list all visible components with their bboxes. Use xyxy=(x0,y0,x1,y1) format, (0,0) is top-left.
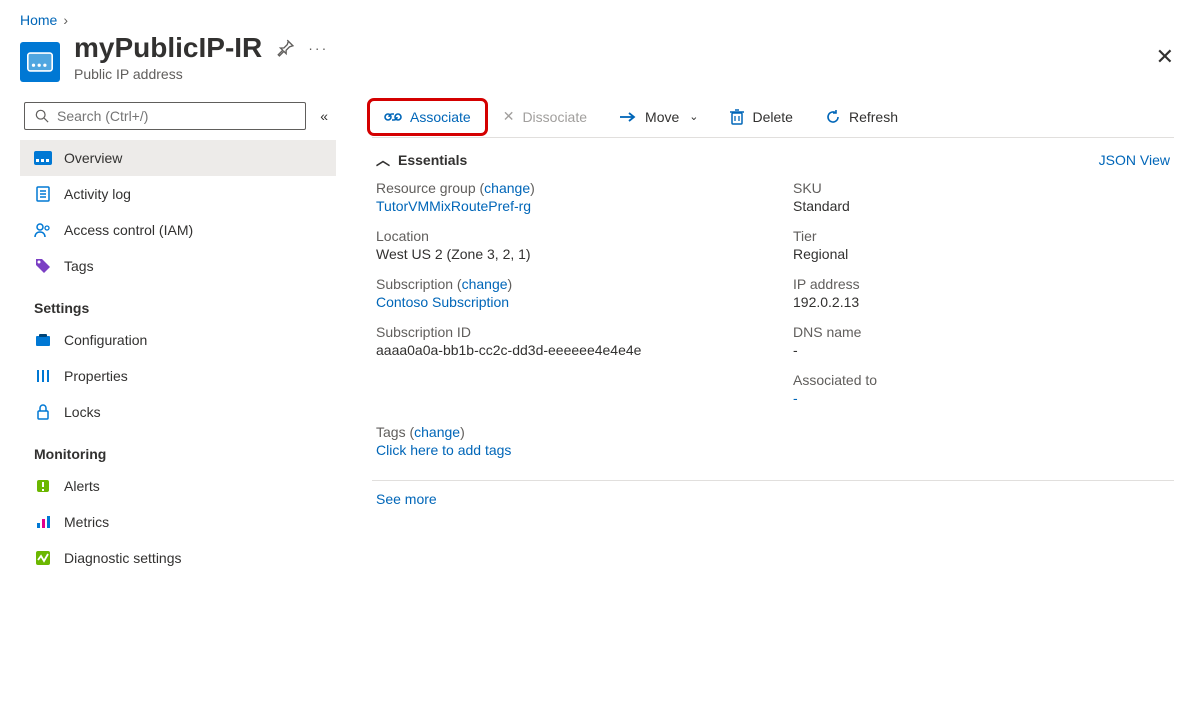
access-control-icon xyxy=(34,221,52,239)
location-label: Location xyxy=(376,228,753,244)
button-label: Move xyxy=(645,109,679,125)
tags-label: Tags (change) xyxy=(376,424,1170,440)
sidebar-item-label: Activity log xyxy=(64,186,131,202)
metrics-icon xyxy=(34,513,52,531)
sku-label: SKU xyxy=(793,180,1170,196)
configuration-icon xyxy=(34,331,52,349)
close-icon[interactable]: ✕ xyxy=(1156,44,1174,70)
button-label: Delete xyxy=(752,109,792,125)
sidebar-item-label: Diagnostic settings xyxy=(64,550,182,566)
diagnostic-icon xyxy=(34,549,52,567)
public-ip-icon xyxy=(20,42,60,82)
subscription-id-value: aaaa0a0a-bb1b-cc2c-dd3d-eeeeee4e4e4e xyxy=(376,342,753,358)
change-resource-group-link[interactable]: change xyxy=(484,180,530,196)
sidebar-item-label: Properties xyxy=(64,368,128,384)
sidebar-item-configuration[interactable]: Configuration xyxy=(20,322,336,358)
associate-button[interactable]: Associate xyxy=(372,103,483,131)
breadcrumb: Home › xyxy=(20,12,1180,28)
pin-icon[interactable] xyxy=(276,39,294,57)
json-view-link[interactable]: JSON View xyxy=(1099,152,1170,168)
button-label: Associate xyxy=(410,109,471,125)
sidebar-item-overview[interactable]: Overview xyxy=(20,140,336,176)
chevron-right-icon: › xyxy=(63,12,68,28)
sidebar-item-tags[interactable]: Tags xyxy=(20,248,336,284)
tier-label: Tier xyxy=(793,228,1170,244)
delete-icon xyxy=(730,109,744,125)
dns-value: - xyxy=(793,342,1170,358)
delete-button[interactable]: Delete xyxy=(718,103,804,131)
refresh-button[interactable]: Refresh xyxy=(813,103,910,131)
breadcrumb-home[interactable]: Home xyxy=(20,12,57,28)
move-icon xyxy=(619,111,637,123)
search-icon xyxy=(35,109,49,123)
search-input[interactable] xyxy=(24,102,306,130)
subscription-id-label: Subscription ID xyxy=(376,324,753,340)
add-tags-link[interactable]: Click here to add tags xyxy=(376,442,1170,458)
dissociate-icon: ✕ xyxy=(503,108,515,125)
toolbar: Associate ✕ Dissociate Move ⌄ Delete xyxy=(372,102,1174,138)
move-button[interactable]: Move ⌄ xyxy=(607,103,710,131)
sidebar-item-label: Alerts xyxy=(64,478,100,494)
sidebar-item-activity-log[interactable]: Activity log xyxy=(20,176,336,212)
chevron-down-icon: ⌄ xyxy=(689,110,698,123)
sidebar-item-label: Configuration xyxy=(64,332,147,348)
subscription-label: Subscription (change) xyxy=(376,276,753,292)
overview-icon xyxy=(34,149,52,167)
sidebar-item-access-control[interactable]: Access control (IAM) xyxy=(20,212,336,248)
change-subscription-link[interactable]: change xyxy=(462,276,508,292)
sidebar-section-settings: Settings xyxy=(20,284,336,322)
sidebar-item-alerts[interactable]: Alerts xyxy=(20,468,336,504)
location-value: West US 2 (Zone 3, 2, 1) xyxy=(376,246,753,262)
search-field[interactable] xyxy=(57,108,295,124)
associate-icon xyxy=(384,109,402,125)
resource-type-label: Public IP address xyxy=(74,66,328,82)
subscription-value[interactable]: Contoso Subscription xyxy=(376,294,753,310)
sidebar-item-locks[interactable]: Locks xyxy=(20,394,336,430)
change-tags-link[interactable]: change xyxy=(414,424,460,440)
resource-group-value[interactable]: TutorVMMixRoutePref-rg xyxy=(376,198,753,214)
button-label: Dissociate xyxy=(522,109,587,125)
sidebar-item-label: Overview xyxy=(64,150,122,166)
dns-label: DNS name xyxy=(793,324,1170,340)
tags-icon xyxy=(34,257,52,275)
sidebar-item-label: Metrics xyxy=(64,514,109,530)
sidebar-item-label: Access control (IAM) xyxy=(64,222,193,238)
see-more-link[interactable]: See more xyxy=(372,480,1174,507)
essentials-toggle[interactable]: ︿ Essentials xyxy=(376,150,467,170)
sidebar-item-label: Locks xyxy=(64,404,101,420)
page-title: myPublicIP-IR xyxy=(74,32,262,64)
sidebar-item-properties[interactable]: Properties xyxy=(20,358,336,394)
button-label: Refresh xyxy=(849,109,898,125)
associated-to-label: Associated to xyxy=(793,372,1170,388)
tier-value: Regional xyxy=(793,246,1170,262)
properties-icon xyxy=(34,367,52,385)
alerts-icon xyxy=(34,477,52,495)
dissociate-button: ✕ Dissociate xyxy=(491,102,599,131)
essentials-heading: Essentials xyxy=(398,152,467,168)
sidebar-item-diagnostic-settings[interactable]: Diagnostic settings xyxy=(20,540,336,576)
sidebar-item-label: Tags xyxy=(64,258,94,274)
resource-group-label: Resource group (change) xyxy=(376,180,753,196)
associated-to-value[interactable]: - xyxy=(793,390,1170,406)
locks-icon xyxy=(34,403,52,421)
collapse-sidebar-icon[interactable]: « xyxy=(316,104,332,128)
sku-value: Standard xyxy=(793,198,1170,214)
ip-value: 192.0.2.13 xyxy=(793,294,1170,310)
sidebar-section-monitoring: Monitoring xyxy=(20,430,336,468)
activity-log-icon xyxy=(34,185,52,203)
more-icon[interactable]: ··· xyxy=(308,40,328,56)
ip-label: IP address xyxy=(793,276,1170,292)
refresh-icon xyxy=(825,109,841,125)
chevron-up-icon: ︿ xyxy=(376,150,390,170)
sidebar-item-metrics[interactable]: Metrics xyxy=(20,504,336,540)
